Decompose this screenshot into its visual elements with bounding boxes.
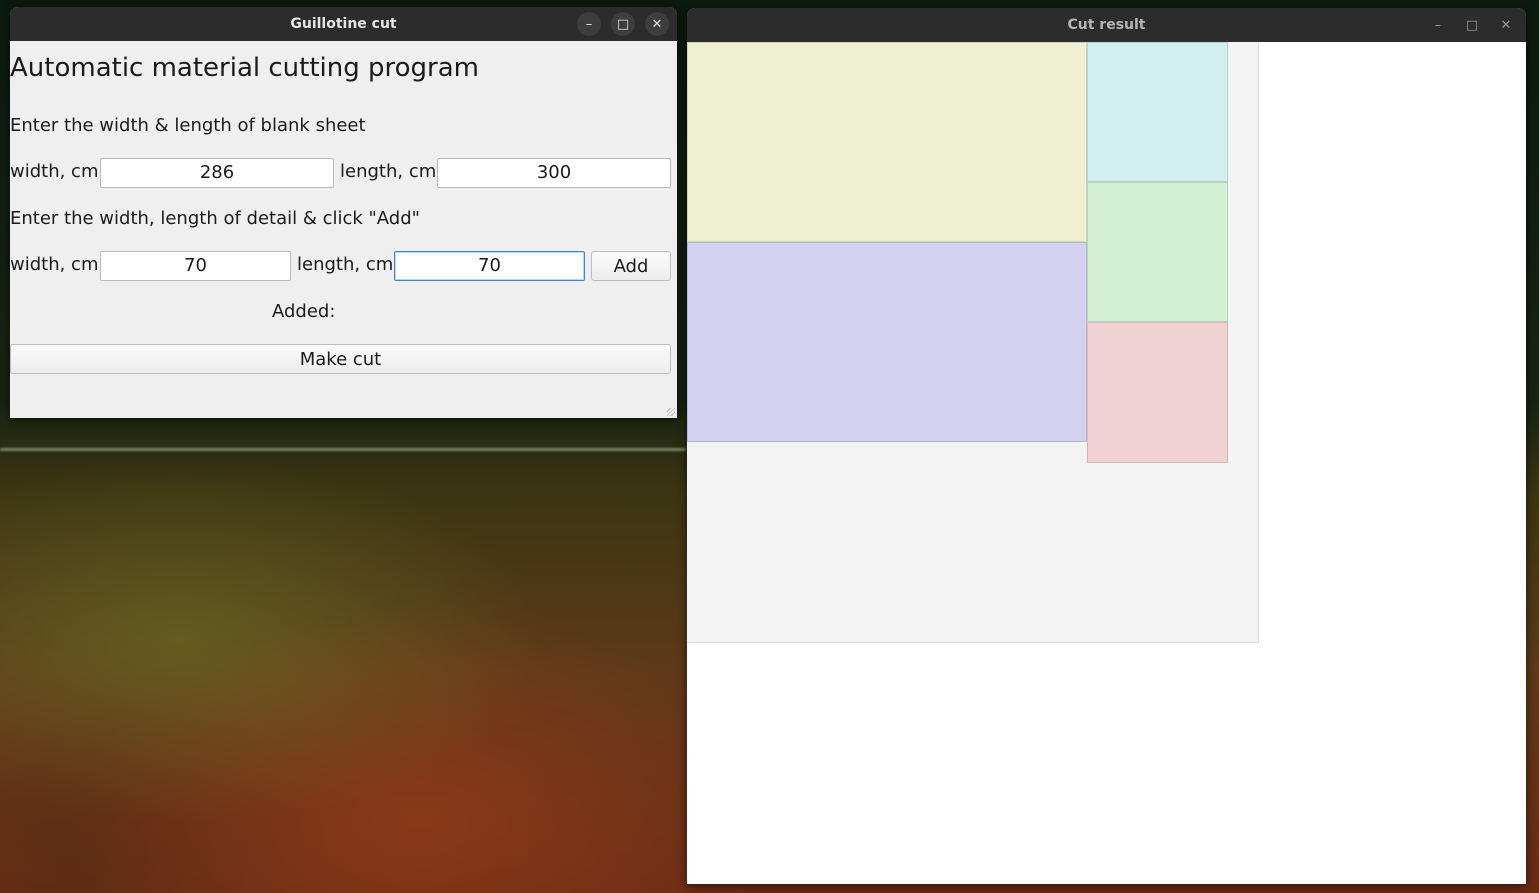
minimize-icon[interactable]: – <box>577 12 601 36</box>
cut-result-window: Cut result – □ ✕ <box>687 8 1526 884</box>
piece-green <box>1087 182 1228 322</box>
desktop-wallpaper-streak <box>0 448 686 451</box>
piece-blue <box>687 242 1087 442</box>
guillotine-cut-window: Guillotine cut – □ ✕ Automatic material … <box>10 7 677 418</box>
detail-width-input[interactable]: 70 <box>100 251 291 281</box>
piece-red <box>1087 322 1228 463</box>
resize-grip-icon[interactable] <box>667 408 675 416</box>
detail-length-label: length, cm <box>297 254 394 275</box>
detail-prompt: Enter the width, length of detail & clic… <box>10 208 420 229</box>
make-cut-button[interactable]: Make cut <box>10 344 671 374</box>
detail-length-input[interactable]: 70 <box>394 251 585 281</box>
window-title: Guillotine cut <box>290 16 397 32</box>
sheet-length-label: length, cm <box>340 161 437 182</box>
sheet-prompt: Enter the width & length of blank sheet <box>10 115 366 136</box>
window-title: Cut result <box>1067 17 1146 33</box>
titlebar[interactable]: Guillotine cut – □ ✕ <box>10 7 677 41</box>
added-label: Added: <box>272 301 336 322</box>
maximize-icon[interactable]: □ <box>611 12 635 36</box>
sheet-length-input[interactable]: 300 <box>437 158 671 188</box>
cut-canvas <box>687 42 1526 884</box>
maximize-icon[interactable]: □ <box>1460 13 1484 37</box>
piece-yellow <box>687 42 1087 242</box>
page-title: Automatic material cutting program <box>10 53 480 83</box>
close-icon[interactable]: ✕ <box>1494 13 1518 37</box>
minimize-icon[interactable]: – <box>1426 13 1450 37</box>
sheet-width-label: width, cm <box>10 161 99 182</box>
sheet-width-input[interactable]: 286 <box>100 158 334 188</box>
detail-width-label: width, cm <box>10 254 99 275</box>
piece-cyan <box>1087 42 1228 182</box>
titlebar[interactable]: Cut result – □ ✕ <box>687 8 1526 42</box>
close-icon[interactable]: ✕ <box>645 12 669 36</box>
add-button[interactable]: Add <box>591 251 671 281</box>
